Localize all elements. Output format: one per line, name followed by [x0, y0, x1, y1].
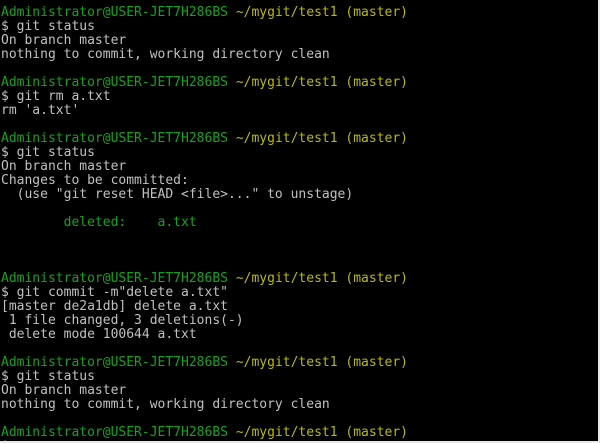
prompt-path: ~/mygit/test1 [235, 75, 338, 90]
prompt-line: Administrator@USER-JET7H286BS ~/mygit/te… [1, 272, 598, 286]
status-deleted-file: deleted: a.txt [1, 215, 197, 230]
prompt-symbol: $ [1, 145, 9, 160]
command-text: git status [8, 369, 95, 384]
prompt-branch: (master) [345, 425, 409, 440]
prompt-path: ~/mygit/test1 [235, 355, 338, 370]
prompt-user-host: Administrator@USER-JET7H286BS [1, 131, 228, 146]
command-text: git commit -m"delete a.txt" [8, 285, 228, 300]
prompt-path: ~/mygit/test1 [235, 5, 338, 20]
output-line: (use "git reset HEAD <file>..." to unsta… [1, 187, 354, 202]
prompt-user-host: Administrator@USER-JET7H286BS [1, 355, 228, 370]
command-line: $ git status [1, 20, 598, 34]
prompt-line: Administrator@USER-JET7H286BS ~/mygit/te… [1, 6, 598, 20]
prompt-user-host: Administrator@USER-JET7H286BS [1, 75, 228, 90]
prompt-symbol: $ [1, 19, 9, 34]
prompt-branch: (master) [345, 271, 409, 286]
command-text: git status [8, 19, 95, 34]
command-line: $ git status [1, 146, 598, 160]
prompt-branch: (master) [345, 131, 409, 146]
output-line: 1 file changed, 3 deletions(-) [1, 313, 244, 328]
output-line: On branch master [1, 33, 127, 48]
prompt-line: Administrator@USER-JET7H286BS ~/mygit/te… [1, 426, 598, 440]
prompt-user-host: Administrator@USER-JET7H286BS [1, 425, 228, 440]
prompt-symbol: $ [1, 369, 9, 384]
prompt-symbol: $ [1, 439, 9, 442]
prompt-line: Administrator@USER-JET7H286BS ~/mygit/te… [1, 132, 598, 146]
prompt-path: ~/mygit/test1 [235, 131, 338, 146]
command-text: git rm a.txt [8, 89, 111, 104]
output-line: On branch master [1, 159, 127, 174]
prompt-branch: (master) [345, 75, 409, 90]
command-line: $ git commit -m"delete a.txt" [1, 286, 598, 300]
prompt-branch: (master) [345, 355, 409, 370]
command-line: $ git status [1, 370, 598, 384]
output-line: On branch master [1, 383, 127, 398]
terminal-output: Administrator@USER-JET7H286BS ~/mygit/te… [0, 0, 598, 442]
prompt-symbol: $ [1, 285, 9, 300]
output-line: nothing to commit, working directory cle… [1, 47, 330, 62]
output-line: [master de2a1db] delete a.txt [1, 299, 228, 314]
prompt-line: Administrator@USER-JET7H286BS ~/mygit/te… [1, 356, 598, 370]
prompt-user-host: Administrator@USER-JET7H286BS [1, 271, 228, 286]
prompt-path: ~/mygit/test1 [235, 271, 338, 286]
output-line: delete mode 100644 a.txt [1, 327, 197, 342]
output-line: nothing to commit, working directory cle… [1, 397, 330, 412]
command-text: git status [8, 145, 95, 160]
terminal-window[interactable]: Administrator@USER-JET7H286BS ~/mygit/te… [0, 0, 600, 443]
output-line: rm 'a.txt' [1, 103, 80, 118]
output-line: Changes to be committed: [1, 173, 189, 188]
prompt-path: ~/mygit/test1 [235, 425, 338, 440]
command-line: $ git rm a.txt [1, 90, 598, 104]
prompt-branch: (master) [345, 5, 409, 20]
prompt-line: Administrator@USER-JET7H286BS ~/mygit/te… [1, 76, 598, 90]
prompt-symbol: $ [1, 89, 9, 104]
prompt-user-host: Administrator@USER-JET7H286BS [1, 5, 228, 20]
